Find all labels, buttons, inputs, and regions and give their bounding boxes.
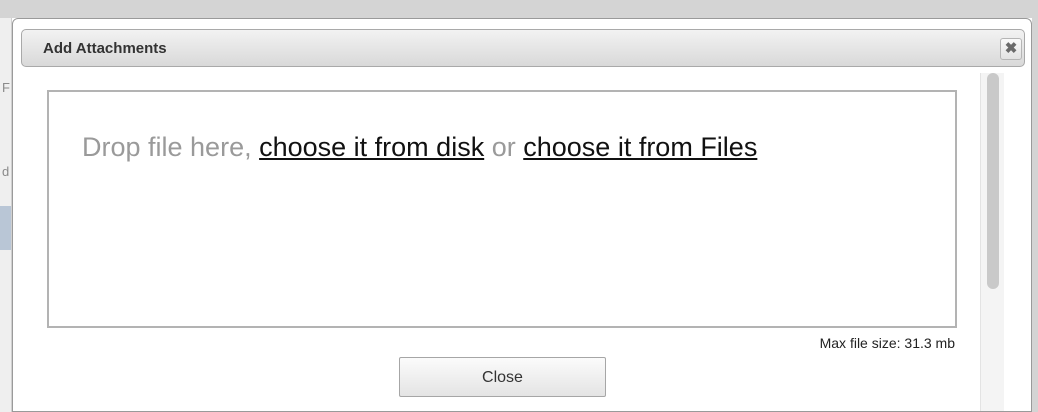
dialog-title: Add Attachments: [43, 40, 167, 57]
add-attachments-dialog: Add Attachments ✖ Drop file here, choose…: [12, 18, 1032, 412]
background-selected-row: [0, 206, 11, 250]
background-text-fragment: F: [2, 80, 10, 95]
background-page-edge-right: [1032, 18, 1038, 412]
background-page-edge: F d: [0, 18, 12, 412]
file-drop-zone[interactable]: Drop file here, choose it from disk or c…: [47, 90, 957, 328]
scrollbar-thumb[interactable]: [987, 73, 999, 289]
choose-from-files-link[interactable]: choose it from Files: [523, 132, 757, 162]
close-icon[interactable]: ✖: [1000, 38, 1022, 60]
drop-prefix-text: Drop file here,: [82, 132, 252, 162]
dialog-titlebar[interactable]: Add Attachments ✖: [21, 29, 1025, 67]
background-text-fragment: d: [2, 164, 10, 179]
drop-instructions: Drop file here, choose it from disk or c…: [82, 132, 757, 163]
scrollbar[interactable]: [980, 73, 1004, 411]
drop-separator-text: or: [491, 132, 516, 162]
background-header: [0, 0, 1038, 18]
max-file-size-label: Max file size: 31.3 mb: [819, 335, 955, 351]
close-button[interactable]: Close: [399, 357, 606, 397]
choose-from-disk-link[interactable]: choose it from disk: [259, 132, 484, 162]
